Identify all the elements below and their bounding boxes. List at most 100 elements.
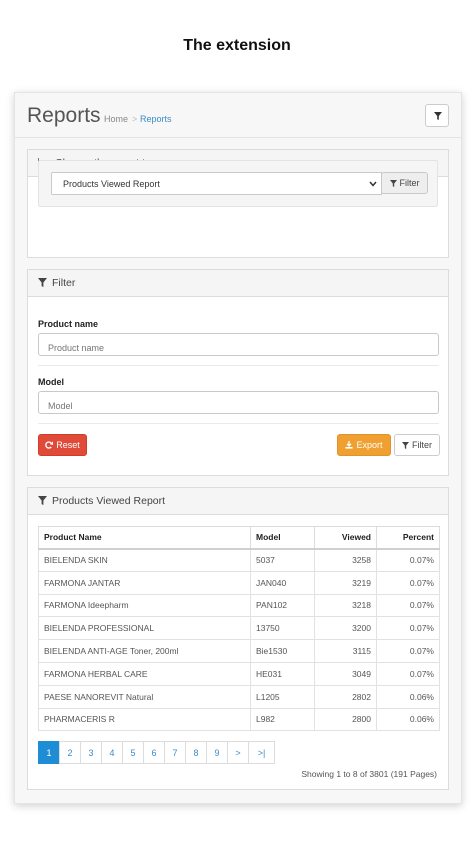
filter-icon bbox=[389, 179, 397, 187]
product-name-label: Product name bbox=[38, 319, 99, 329]
table-cell: 3218 bbox=[314, 593, 377, 618]
report-table: Product Name Model Viewed Percent BIELEN… bbox=[38, 526, 440, 732]
table-cell: Bie1530 bbox=[250, 639, 315, 663]
report-type-well: Products Viewed Report Filter bbox=[38, 160, 438, 207]
report-type-filter-button[interactable]: Filter bbox=[381, 172, 428, 194]
reset-button[interactable]: Reset bbox=[38, 434, 87, 456]
column-header[interactable]: Percent bbox=[376, 526, 440, 550]
filter-title: Filter bbox=[52, 277, 76, 289]
column-header[interactable]: Model bbox=[250, 526, 315, 550]
table-row: PHARMACERIS R L982 2800 0.06% bbox=[38, 707, 440, 732]
pagination: 1 2 3 4 5 6 7 8 9 > >| bbox=[38, 741, 275, 764]
report-type-select[interactable]: Products Viewed Report bbox=[51, 172, 382, 195]
page-link[interactable]: 9 bbox=[206, 741, 228, 764]
table-cell: BIELENDA PROFESSIONAL bbox=[38, 616, 251, 641]
report-type-panel: Choose the report type Products Viewed R… bbox=[27, 149, 449, 258]
filter-icon bbox=[38, 496, 47, 505]
table-cell: FARMONA JANTAR bbox=[38, 570, 251, 595]
table-cell: 0.07% bbox=[376, 548, 440, 572]
filter-divider bbox=[38, 423, 439, 424]
table-cell: 3200 bbox=[314, 616, 377, 641]
page-link[interactable]: 4 bbox=[101, 741, 123, 764]
report-title: Products Viewed Report bbox=[52, 495, 166, 507]
table-cell: 0.07% bbox=[376, 570, 440, 595]
table-row: BIELENDA ANTI-AGE Toner, 200ml Bie1530 311… bbox=[38, 639, 440, 663]
table-cell: 0.07% bbox=[376, 661, 440, 686]
table-cell: HE031 bbox=[250, 661, 315, 686]
page-link[interactable]: 8 bbox=[185, 741, 207, 764]
table-cell: BIELENDA ANTI-AGE Toner, 200ml bbox=[38, 639, 251, 663]
filter-icon bbox=[434, 112, 442, 120]
table-cell: JAN040 bbox=[250, 570, 315, 595]
table-row: BIELENDA SKIN 5037 3258 0.07% bbox=[38, 548, 440, 572]
report-type-filter-label: Filter bbox=[399, 178, 420, 188]
header: Reports Home > Reports bbox=[15, 93, 461, 138]
report-panel-header: Products Viewed Report bbox=[28, 488, 448, 515]
table-row: FARMONA HERBAL CARE HE031 3049 0.07% bbox=[38, 661, 440, 686]
report-panel: Products Viewed Report Product Name Mode… bbox=[27, 487, 449, 790]
page-heading: The extension bbox=[183, 37, 291, 54]
column-header[interactable]: Viewed bbox=[314, 526, 377, 550]
table-cell: 5037 bbox=[250, 548, 315, 572]
model-label: Model bbox=[38, 377, 64, 387]
page-link[interactable]: 7 bbox=[164, 741, 186, 764]
breadcrumb-reports[interactable]: Reports bbox=[140, 114, 172, 124]
table-cell: PAESE NANOREVIT Natural bbox=[38, 684, 251, 709]
table-row: FARMONA Ideepharm PAN102 3218 0.07% bbox=[38, 593, 440, 618]
table-cell: 0.07% bbox=[376, 639, 440, 663]
table-cell: PHARMACERIS R bbox=[38, 707, 251, 732]
breadcrumb-home[interactable]: Home bbox=[104, 114, 128, 124]
table-cell: 13750 bbox=[250, 616, 315, 641]
table-cell: FARMONA HERBAL CARE bbox=[38, 661, 251, 686]
filter-button[interactable]: Filter bbox=[394, 434, 440, 456]
page-link[interactable]: 1 bbox=[38, 741, 60, 764]
table-row: PAESE NANOREVIT Natural L1205 2802 0.06% bbox=[38, 684, 440, 709]
product-name-input[interactable] bbox=[38, 333, 439, 356]
table-header-row: Product Name Model Viewed Percent bbox=[38, 526, 440, 550]
page-link[interactable]: >| bbox=[248, 741, 275, 764]
table-cell: 2802 bbox=[314, 684, 377, 709]
chevron-down-icon bbox=[369, 181, 377, 187]
table-cell: 0.07% bbox=[376, 616, 440, 641]
page-link[interactable]: 6 bbox=[143, 741, 165, 764]
refresh-icon bbox=[45, 441, 54, 449]
toggle-filter-button[interactable] bbox=[425, 104, 449, 127]
page-link[interactable]: > bbox=[227, 741, 249, 764]
table-cell: L982 bbox=[250, 707, 315, 732]
column-header[interactable]: Product Name bbox=[38, 526, 251, 550]
table-row: FARMONA JANTAR JAN040 3219 0.07% bbox=[38, 570, 440, 595]
filter-icon bbox=[38, 278, 47, 287]
download-icon bbox=[345, 441, 354, 449]
pagination-summary: Showing 1 to 8 of 3801 (191 Pages) bbox=[301, 769, 437, 779]
reports-window: Reports Home > Reports Choose the report… bbox=[14, 92, 462, 804]
table-cell: 0.06% bbox=[376, 684, 440, 709]
filter-panel-header: Filter bbox=[28, 270, 448, 297]
table-cell: 3219 bbox=[314, 570, 377, 595]
table-cell: 0.06% bbox=[376, 707, 440, 732]
filter-panel: Filter Product name Model Reset Export F… bbox=[27, 269, 449, 476]
table-cell: 2800 bbox=[314, 707, 377, 732]
table-cell: 3115 bbox=[314, 639, 377, 663]
table-cell: BIELENDA SKIN bbox=[38, 548, 251, 572]
model-input[interactable] bbox=[38, 391, 439, 414]
filter-divider bbox=[38, 365, 439, 366]
filter-icon bbox=[402, 441, 409, 449]
breadcrumb-separator: > bbox=[132, 114, 138, 124]
page-link[interactable]: 3 bbox=[80, 741, 102, 764]
page-link[interactable]: 5 bbox=[122, 741, 144, 764]
page-title: Reports bbox=[27, 104, 101, 127]
table-row: BIELENDA PROFESSIONAL 13750 3200 0.07% bbox=[38, 616, 440, 641]
table-cell: FARMONA Ideepharm bbox=[38, 593, 251, 618]
table-cell: 0.07% bbox=[376, 593, 440, 618]
table-body: BIELENDA SKIN 5037 3258 0.07% FARMONA JANTAR… bbox=[38, 548, 440, 732]
export-label: Export bbox=[356, 440, 383, 450]
table-cell: 3049 bbox=[314, 661, 377, 686]
table-cell: L1205 bbox=[250, 684, 315, 709]
page-link[interactable]: 2 bbox=[59, 741, 81, 764]
filter-label: Filter bbox=[412, 440, 432, 450]
report-type-selected: Products Viewed Report bbox=[63, 179, 160, 189]
table-cell: PAN102 bbox=[250, 593, 315, 618]
reset-label: Reset bbox=[56, 440, 80, 450]
export-button[interactable]: Export bbox=[337, 434, 391, 456]
table-cell: 3258 bbox=[314, 548, 377, 572]
